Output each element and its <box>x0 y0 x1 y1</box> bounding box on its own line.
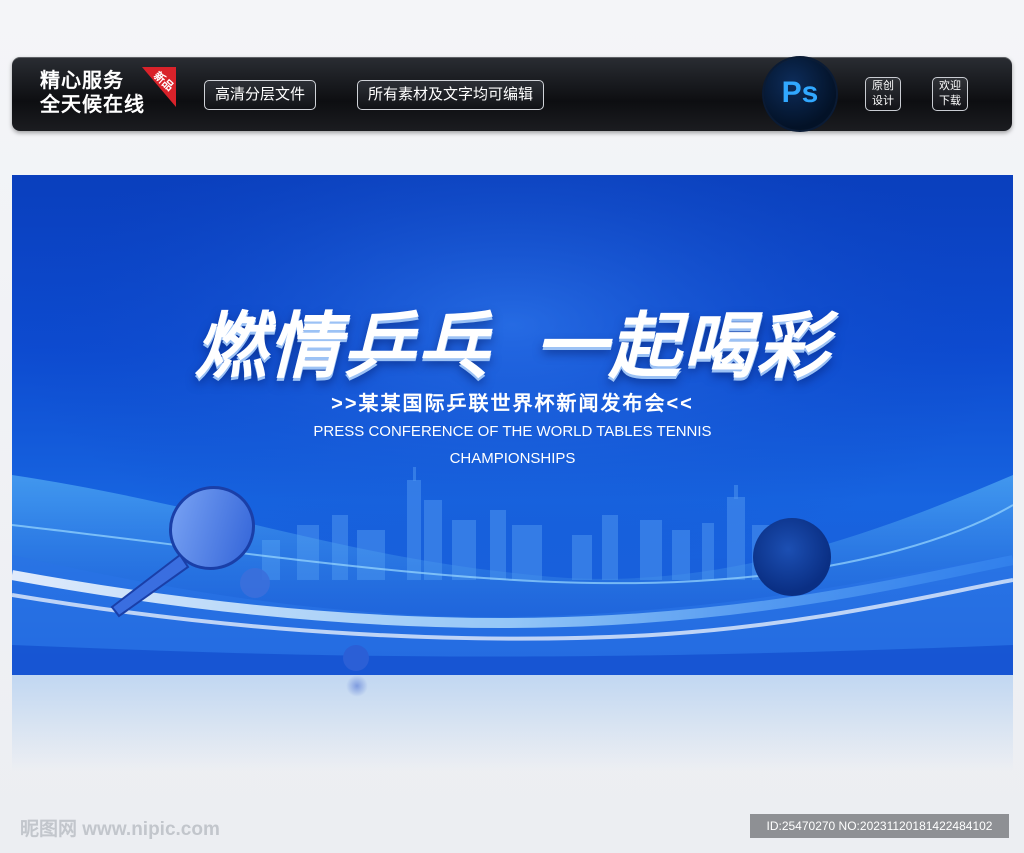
ps-logo-icon: Ps <box>764 58 836 130</box>
ball-icon <box>753 518 831 596</box>
subtitle-english-line-2: CHAMPIONSHIPS <box>449 450 576 467</box>
new-badge: 新品 <box>142 67 176 107</box>
event-banner: 燃情乒乓 一起喝彩 >>某某国际乒联世界杯新闻发布会<< PRESS CONFER… <box>12 175 1013 675</box>
promo-bar: 精心服务 全天候在线 新品 高清分层文件 所有素材及文字均可编辑 Ps 原创 设… <box>12 57 1012 131</box>
ps-label: Ps <box>781 76 819 109</box>
slogan-line-1: 精心服务 <box>40 70 124 92</box>
subtitle-chinese: >>某某国际乒联世界杯新闻发布会<< <box>331 393 694 415</box>
original-line-1: 原创 <box>872 80 894 92</box>
image-id-label: ID:25470270 NO:20231120181422484102 <box>750 814 1009 838</box>
headline: 燃情乒乓 一起喝彩 <box>12 287 1013 392</box>
headline-part-2: 一起喝彩 <box>534 307 831 387</box>
subtitle-english-line-1: PRESS CONFERENCE OF THE WORLD TABLES TEN… <box>313 423 712 440</box>
subtitle-english: PRESS CONFERENCE OF THE WORLD TABLES TEN… <box>12 418 1013 472</box>
ball-reflection <box>346 675 368 697</box>
site-watermark: 昵图网 www.nipic.com <box>20 819 220 840</box>
download-tag: 欢迎 下载 <box>932 77 968 111</box>
ball-icon <box>343 645 369 671</box>
new-badge-label: 新品 <box>151 69 176 94</box>
slogan-line-2: 全天候在线 <box>40 94 145 116</box>
original-design-tag: 原创 设计 <box>865 77 901 111</box>
service-slogan: 精心服务 全天候在线 <box>40 69 145 117</box>
layered-file-tag: 高清分层文件 <box>204 80 317 110</box>
reflection-floor <box>12 675 1013 795</box>
original-line-2: 设计 <box>872 95 894 107</box>
headline-part-1: 燃情乒乓 <box>194 307 491 387</box>
download-line-1: 欢迎 <box>939 80 961 92</box>
ball-icon <box>240 568 270 598</box>
download-line-2: 下载 <box>939 95 961 107</box>
editable-tag: 所有素材及文字均可编辑 <box>357 80 545 110</box>
